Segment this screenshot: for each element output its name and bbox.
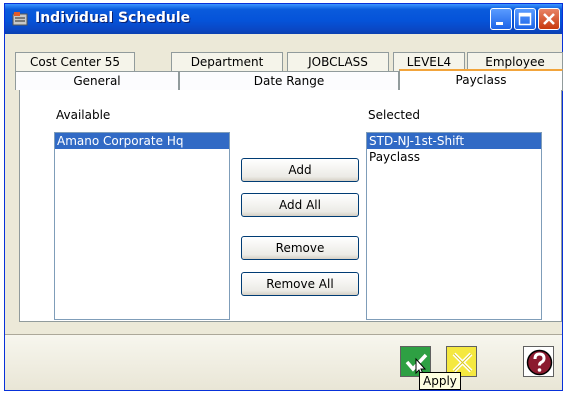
minimize-icon (496, 22, 503, 25)
remove-all-button[interactable]: Remove All (241, 272, 359, 296)
individual-schedule-window: Individual Schedule Cost Center 55 Depar… (4, 3, 563, 391)
maximize-button[interactable] (514, 8, 536, 30)
available-label: Available (56, 108, 111, 122)
minimize-button[interactable] (490, 8, 512, 30)
list-item[interactable]: STD-NJ-1st-Shift (367, 133, 541, 149)
remove-button[interactable]: Remove (241, 236, 359, 260)
title-bar[interactable]: Individual Schedule (5, 4, 562, 34)
tab-department[interactable]: Department (171, 52, 283, 71)
tab-payclass[interactable]: Payclass (399, 69, 563, 91)
window-title: Individual Schedule (35, 10, 191, 26)
available-listbox[interactable]: Amano Corporate Hq (54, 132, 230, 320)
tab-date-range[interactable]: Date Range (179, 71, 399, 90)
apply-tooltip: Apply (419, 372, 461, 390)
selected-label: Selected (368, 108, 421, 122)
question-icon (526, 349, 553, 376)
add-button[interactable]: Add (241, 158, 359, 182)
close-icon (543, 13, 555, 25)
tab-general[interactable]: General (15, 71, 179, 90)
app-icon (12, 12, 28, 26)
help-button[interactable] (523, 346, 554, 377)
selected-listbox[interactable]: STD-NJ-1st-Shift Payclass (366, 132, 542, 320)
list-item[interactable]: Amano Corporate Hq (55, 133, 229, 149)
bottom-toolbar (5, 334, 562, 390)
close-button[interactable] (538, 8, 560, 30)
list-item[interactable]: Payclass (367, 149, 541, 165)
maximize-icon (518, 12, 532, 26)
tab-cost-center-55[interactable]: Cost Center 55 (15, 52, 135, 71)
tab-jobclass[interactable]: JOBCLASS (287, 52, 389, 71)
add-all-button[interactable]: Add All (241, 193, 359, 217)
